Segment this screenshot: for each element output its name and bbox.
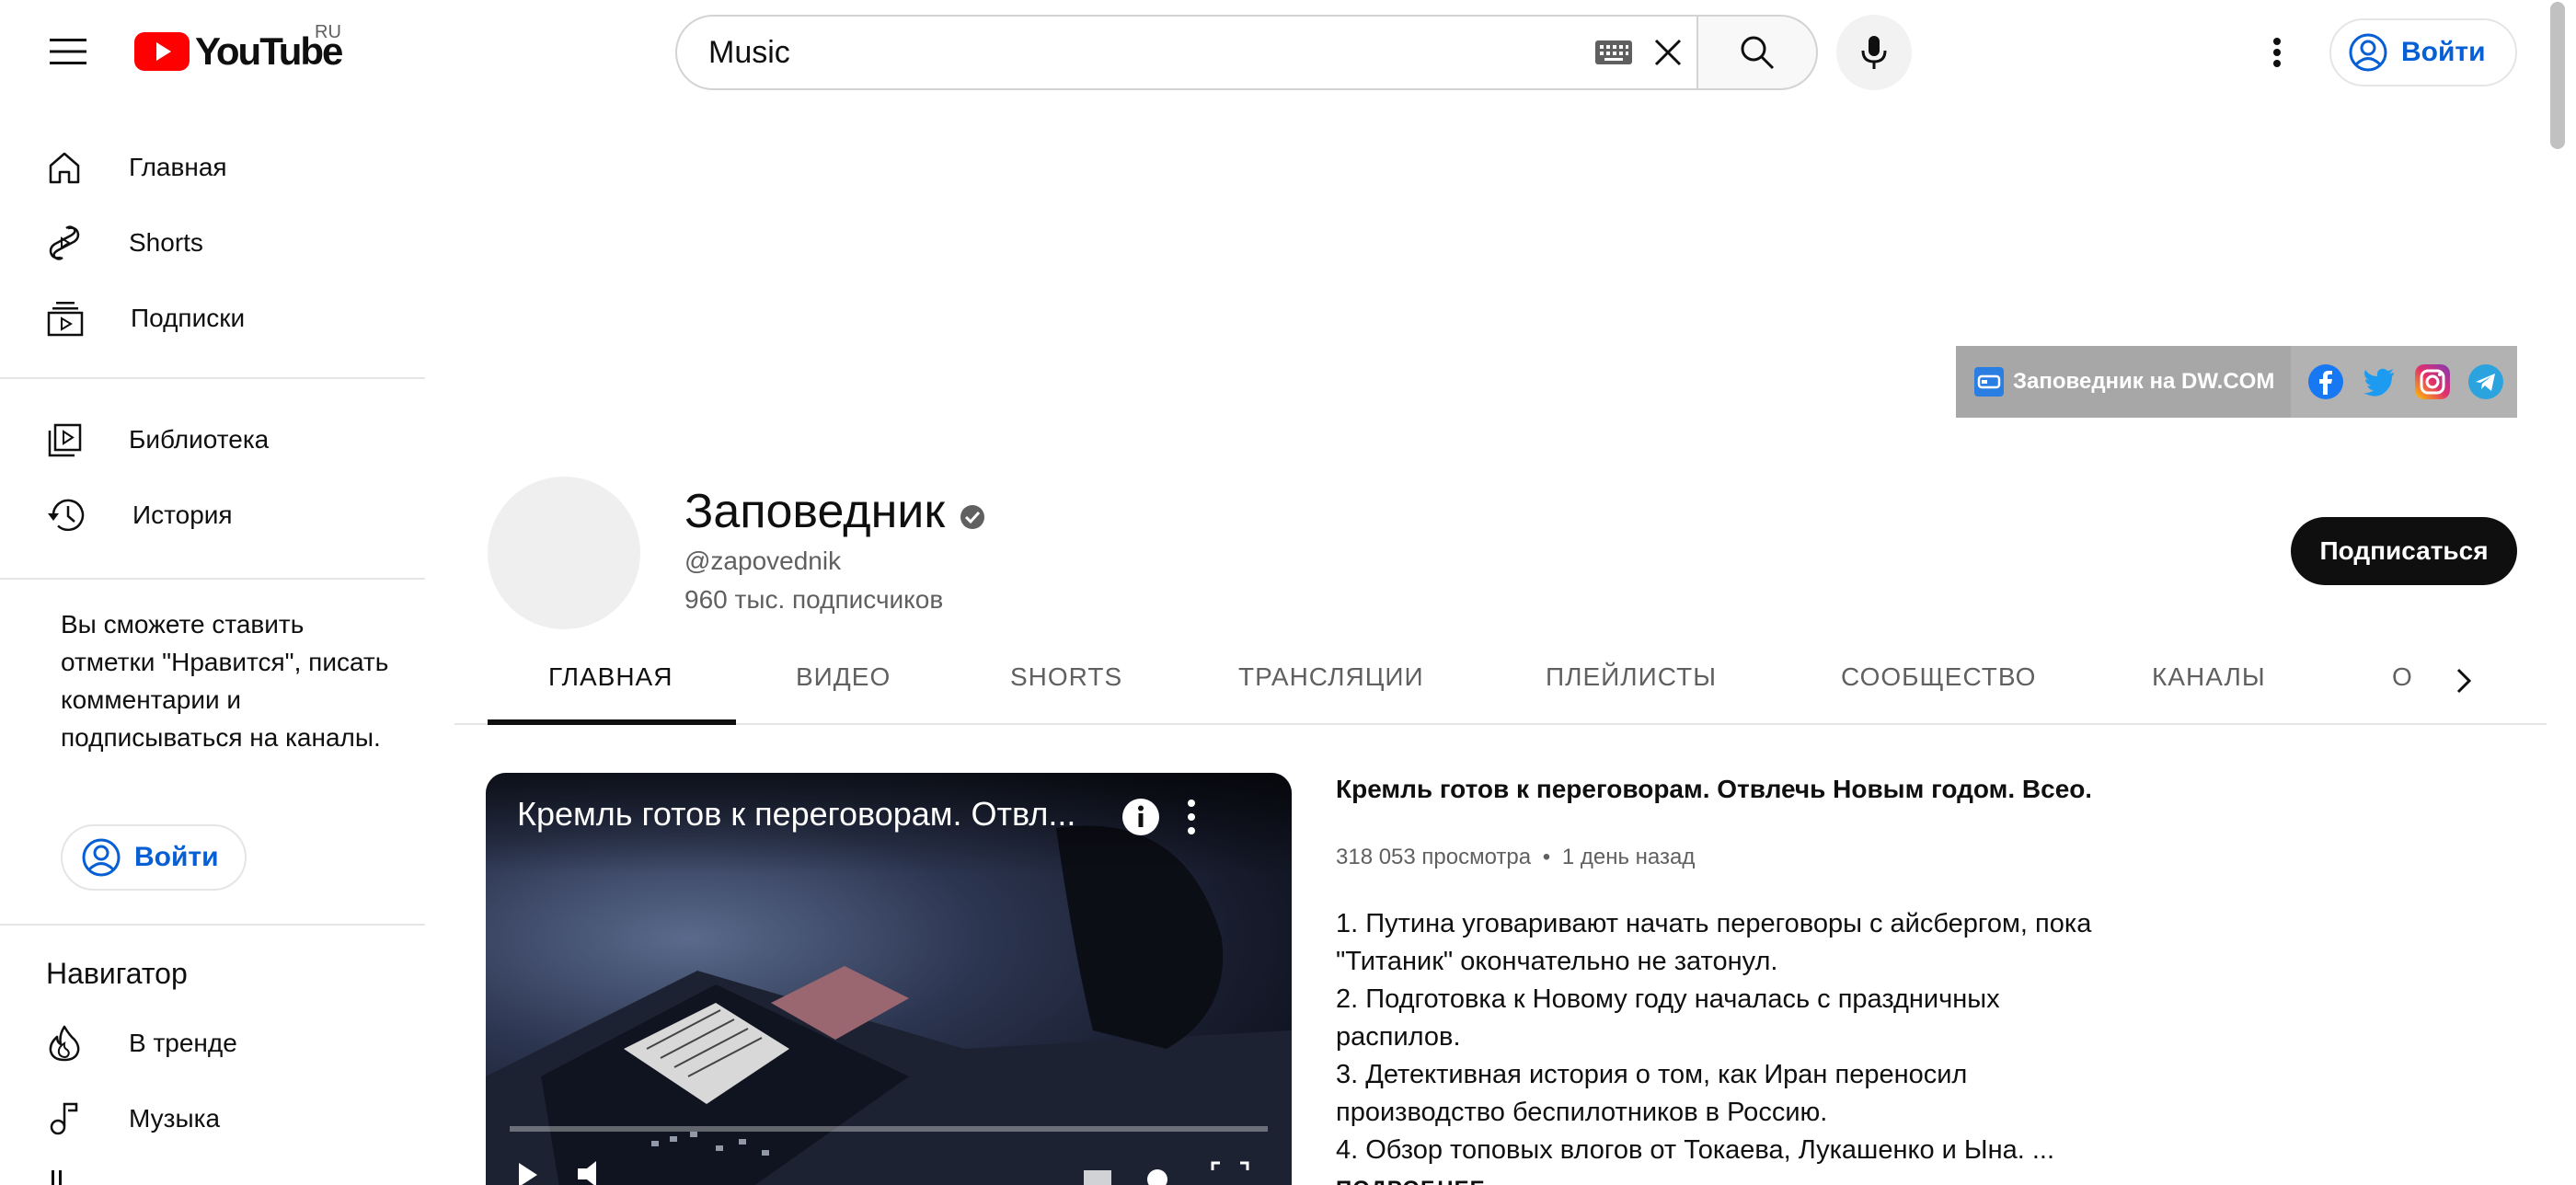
- video-progress-bar[interactable]: [510, 1126, 1268, 1132]
- signin-label: Войти: [134, 842, 219, 872]
- sidebar-item-subscriptions[interactable]: Подписки: [22, 282, 420, 355]
- search-icon: [1741, 36, 1775, 70]
- home-icon: [49, 152, 80, 184]
- chevron-right-icon: [2456, 668, 2472, 694]
- search-input[interactable]: Music: [675, 15, 1698, 90]
- tab-community[interactable]: СООБЩЕСТВО: [1841, 662, 2036, 721]
- more-vert-icon: [2273, 38, 2281, 67]
- signin-label: Войти: [2401, 37, 2486, 67]
- history-icon: [48, 499, 85, 532]
- sidebar-item-label: Подписки: [131, 304, 246, 332]
- tab-about[interactable]: О: [2392, 662, 2413, 721]
- tabs-next-button[interactable]: [2444, 661, 2484, 701]
- music-icon: [50, 1102, 78, 1135]
- video-frame-image: [486, 773, 1292, 1185]
- channel-name: Заповедник: [684, 485, 946, 538]
- banner-links: Заповедник на DW.COM: [1956, 346, 2517, 418]
- verified-badge-icon: [960, 505, 984, 529]
- more-vert-icon[interactable]: [1178, 795, 1205, 839]
- tab-videos[interactable]: ВИДЕО: [796, 662, 891, 721]
- subscriber-count: 960 тыс. подписчиков: [684, 585, 944, 614]
- sidebar-next-item-icon: [46, 1167, 83, 1185]
- close-icon: [1654, 39, 1682, 66]
- sidebar-signin-button[interactable]: Войти: [61, 824, 247, 891]
- video-metadata: 318 053 просмотра • 1 день назад: [1336, 845, 1695, 870]
- channel-handle: @zapovednik: [684, 546, 842, 575]
- captions-icon: [1084, 1170, 1111, 1185]
- account-circle-icon: [2349, 33, 2387, 72]
- guide-menu-button[interactable]: [31, 22, 105, 81]
- fullscreen-icon: [1211, 1161, 1249, 1170]
- meta-separator: •: [1542, 845, 1551, 869]
- instagram-icon[interactable]: [2414, 363, 2451, 400]
- search-button[interactable]: [1698, 15, 1818, 90]
- read-more-link[interactable]: ПОДРОБНЕЕ: [1336, 1177, 1486, 1185]
- info-icon[interactable]: [1121, 797, 1161, 837]
- scrollbar-thumb[interactable]: [2550, 2, 2565, 149]
- signin-button[interactable]: Войти: [2329, 18, 2517, 86]
- tab-channels[interactable]: КАНАЛЫ: [2152, 662, 2266, 721]
- sidebar-item-music[interactable]: Музыка: [22, 1082, 420, 1156]
- tab-shorts[interactable]: SHORTS: [1010, 662, 1122, 721]
- sidebar-item-label: История: [132, 500, 233, 529]
- description-line: 1. Путина уговаривают начать переговоры …: [1336, 909, 2092, 976]
- channel-avatar: [488, 477, 640, 629]
- account-circle-icon: [82, 838, 121, 877]
- description-line: 3. Детективная история о том, как Иран п…: [1336, 1060, 1968, 1127]
- sidebar-divider: [0, 578, 425, 580]
- settings-icon: [1147, 1169, 1167, 1185]
- active-tab-indicator: [488, 719, 736, 725]
- tabs-divider: [454, 723, 2547, 725]
- dw-link-label: Заповедник на DW.COM: [2013, 369, 2275, 394]
- sidebar-item-label: Музыка: [129, 1104, 221, 1133]
- volume-icon: [578, 1161, 596, 1185]
- sidebar-item-home[interactable]: Главная: [22, 131, 420, 204]
- signin-promo-text: Вы сможете ставить отметки "Нравится", п…: [61, 610, 389, 752]
- sidebar-item-label: Shorts: [129, 228, 203, 257]
- sidebar-divider: [0, 377, 425, 379]
- youtube-play-icon: [134, 32, 190, 71]
- player-title: Кремль готов к переговорам. Отвл...: [517, 795, 1076, 833]
- sidebar-item-shorts[interactable]: Shorts: [22, 206, 420, 280]
- sidebar-item-trending[interactable]: В тренде: [22, 1007, 420, 1080]
- sidebar-item-label: Библиотека: [129, 425, 270, 454]
- description-line: 2. Подготовка к Новому году началась с п…: [1336, 984, 2000, 1052]
- dw-link[interactable]: Заповедник на DW.COM: [1956, 346, 2291, 418]
- sidebar-item-library[interactable]: Библиотека: [22, 403, 420, 477]
- keyboard-icon[interactable]: [1593, 39, 1634, 66]
- play-icon: [519, 1163, 537, 1185]
- dw-link-icon: [1974, 367, 2004, 397]
- video-description: 1. Путина уговаривают начать переговоры …: [1336, 905, 2109, 1185]
- featured-video-title[interactable]: Кремль готов к переговорам. Отвлечь Новы…: [1336, 775, 2090, 804]
- player-controls: [519, 1161, 1249, 1185]
- sidebar-item-history[interactable]: История: [22, 478, 420, 552]
- subscribe-button[interactable]: Подписаться: [2291, 517, 2517, 585]
- sidebar-item-label: В тренде: [129, 1029, 237, 1057]
- clear-search-button[interactable]: [1645, 29, 1691, 75]
- microphone-icon: [1861, 36, 1887, 69]
- tab-home[interactable]: ГЛАВНАЯ: [548, 662, 673, 721]
- shorts-icon: [49, 225, 80, 260]
- twitter-icon[interactable]: [2361, 363, 2398, 400]
- facebook-icon[interactable]: [2307, 363, 2344, 400]
- featured-video-player[interactable]: Кремль готов к переговорам. Отвл...: [486, 773, 1292, 1185]
- description-line: 4. Обзор топовых влогов от Токаева, Лука…: [1336, 1135, 2055, 1165]
- subscriptions-icon: [47, 302, 84, 337]
- publish-age: 1 день назад: [1561, 845, 1696, 869]
- voice-search-button[interactable]: [1836, 15, 1912, 90]
- tab-playlists[interactable]: ПЛЕЙЛИСТЫ: [1546, 662, 1717, 721]
- sidebar-item-label: Главная: [129, 153, 227, 181]
- hamburger-icon: [50, 39, 86, 64]
- view-count: 318 053 просмотра: [1336, 845, 1532, 869]
- tab-live[interactable]: ТРАНСЛЯЦИИ: [1238, 662, 1424, 721]
- trending-icon: [49, 1025, 80, 1062]
- settings-more-button[interactable]: [2250, 22, 2304, 83]
- search-input-value: Music: [708, 34, 790, 70]
- telegram-icon[interactable]: [2467, 363, 2504, 400]
- sidebar-divider: [0, 924, 425, 926]
- country-code: RU: [315, 22, 341, 42]
- youtube-logo[interactable]: YouTube: [134, 29, 343, 74]
- library-icon: [48, 423, 82, 457]
- navigator-section-title: Навигатор: [46, 957, 188, 990]
